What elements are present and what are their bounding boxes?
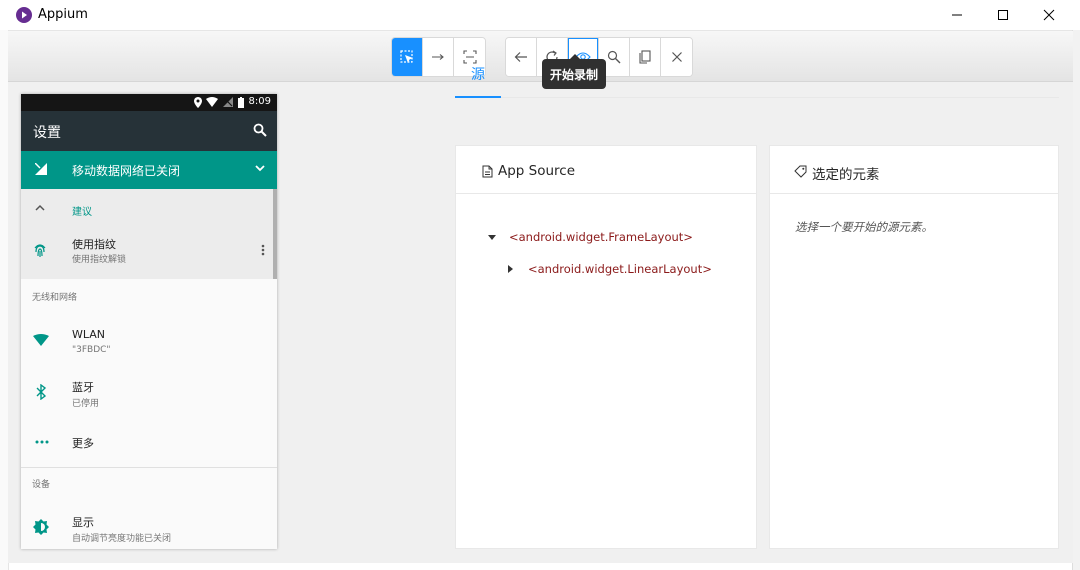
display-title[interactable]: 显示	[72, 514, 94, 530]
select-cursor-icon	[400, 50, 413, 63]
caret-right-icon[interactable]	[508, 265, 514, 273]
maximize-icon	[998, 10, 1008, 20]
suggestions-label: 建议	[72, 207, 92, 218]
settings-app-bar: 设置	[21, 111, 277, 151]
swipe-by-coordinates-button[interactable]	[423, 38, 454, 76]
wifi-icon	[206, 97, 218, 107]
selected-element-header: 选定的元素	[770, 146, 1058, 194]
mobile-data-off-icon	[35, 163, 47, 175]
wlan-title[interactable]: WLAN	[72, 328, 105, 341]
fingerprint-icon	[34, 244, 46, 257]
swipe-arrow-icon	[432, 54, 444, 60]
copy-icon	[639, 50, 651, 64]
selected-element-panel: 选定的元素 选择一个要开始的源元素。	[769, 145, 1059, 549]
appium-window: Appium 8:09 设置 移动数据网络已关闭 建议 使用指纹 使用指纹解锁 …	[0, 0, 1080, 570]
bluetooth-title[interactable]: 蓝牙	[72, 379, 94, 395]
more-horiz-icon	[35, 440, 49, 444]
fingerprint-subtitle: 使用指纹解锁	[72, 255, 127, 265]
search-icon[interactable]	[253, 123, 267, 137]
tree-node-linearlayout[interactable]: <android.widget.LinearLayout>	[528, 262, 712, 276]
battery-icon	[238, 97, 244, 108]
title-bar: Appium	[0, 0, 1080, 31]
mobile-data-banner-text: 移动数据网络已关闭	[72, 164, 181, 178]
tag-icon	[794, 165, 807, 178]
app-source-panel: App Source <android.widget.FrameLayout> …	[455, 145, 757, 549]
copy-xml-button[interactable]	[630, 38, 661, 76]
window-edge-right	[1072, 30, 1080, 570]
brightness-icon	[33, 519, 49, 535]
select-elements-button[interactable]	[392, 38, 423, 76]
frame-corners-icon	[462, 50, 477, 64]
appium-logo-icon	[16, 7, 32, 23]
close-icon	[671, 52, 682, 62]
more-title[interactable]: 更多	[72, 435, 94, 451]
arrow-left-icon	[514, 52, 527, 62]
tab-source[interactable]: 源	[455, 64, 501, 84]
bluetooth-icon	[36, 384, 46, 400]
caret-down-icon[interactable]	[488, 235, 496, 241]
location-icon	[194, 97, 202, 108]
section-device-label: 设备	[32, 480, 51, 490]
more-vert-icon[interactable]	[261, 244, 265, 256]
wlan-subtitle: "3FBDC"	[72, 345, 111, 355]
mobile-data-banner[interactable]: 移动数据网络已关闭	[21, 151, 277, 189]
file-text-icon	[482, 165, 493, 178]
settings-title: 设置	[33, 125, 61, 141]
suggestions-section: 建议 使用指纹 使用指纹解锁	[21, 189, 277, 279]
tab-active-indicator	[455, 96, 501, 98]
fingerprint-title[interactable]: 使用指纹	[72, 236, 116, 252]
minimize-icon	[952, 14, 962, 16]
display-subtitle: 自动调节亮度功能已关闭	[72, 534, 172, 544]
tab-bar-line	[455, 97, 1059, 98]
window-title: Appium	[38, 7, 88, 22]
bluetooth-subtitle: 已停用	[72, 399, 100, 409]
selected-element-hint: 选择一个要开始的源元素。	[795, 220, 933, 234]
app-source-header: App Source	[456, 146, 756, 194]
section-divider	[21, 467, 277, 468]
android-status-bar: 8:09	[21, 94, 277, 111]
section-wireless-label: 无线和网络	[32, 293, 78, 303]
minimize-button[interactable]	[934, 0, 980, 30]
status-time: 8:09	[248, 96, 271, 107]
quit-session-button[interactable]	[661, 38, 692, 76]
app-source-title: App Source	[498, 163, 576, 179]
back-button[interactable]	[506, 38, 537, 76]
selected-element-title: 选定的元素	[812, 167, 880, 183]
maximize-button[interactable]	[980, 0, 1026, 30]
scrollbar-thumb[interactable]	[273, 189, 277, 279]
start-recording-tooltip: 开始录制	[542, 54, 606, 89]
close-icon	[1043, 9, 1055, 21]
no-signal-icon	[223, 97, 233, 107]
wlan-icon	[33, 334, 49, 346]
device-screenshot[interactable]: 8:09 设置 移动数据网络已关闭 建议 使用指纹 使用指纹解锁 无线和网络 W…	[21, 94, 277, 549]
tree-node-framelayout[interactable]: <android.widget.FrameLayout>	[509, 230, 693, 244]
close-window-button[interactable]	[1026, 0, 1072, 30]
search-icon	[607, 50, 621, 64]
chevron-down-icon[interactable]	[255, 165, 265, 172]
chevron-up-icon[interactable]	[35, 204, 45, 211]
